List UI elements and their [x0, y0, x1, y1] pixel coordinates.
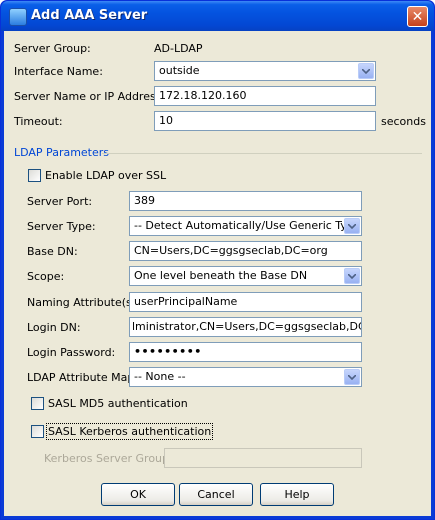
attribute-map-select[interactable]: -- None --	[129, 367, 362, 387]
server-name-label: Server Name or IP Address:	[14, 90, 166, 103]
server-name-input[interactable]: 172.18.120.160	[154, 86, 376, 106]
scope-value: One level beneath the Base DN	[134, 269, 308, 282]
login-password-input[interactable]: •••••••••	[129, 342, 362, 362]
interface-name-value: outside	[159, 64, 200, 77]
sasl-kerberos-label: SASL Kerberos authentication	[45, 423, 214, 440]
ok-button[interactable]: OK	[101, 483, 175, 506]
server-port-input[interactable]: 389	[129, 191, 362, 211]
sasl-md5-checkbox[interactable]	[31, 397, 44, 410]
chevron-down-icon[interactable]	[344, 369, 360, 385]
attribute-map-label: LDAP Attribute Map:	[27, 371, 139, 384]
scope-select[interactable]: One level beneath the Base DN	[129, 266, 362, 286]
cancel-button[interactable]: Cancel	[179, 483, 253, 506]
timeout-label: Timeout:	[14, 115, 63, 128]
server-group-value: AD-LDAP	[154, 42, 203, 55]
scope-label: Scope:	[27, 270, 65, 283]
timeout-unit: seconds	[381, 115, 426, 128]
dialog-window: Add AAA Server ✕ Server Group: AD-LDAP I…	[0, 0, 435, 520]
enable-ssl-label: Enable LDAP over SSL	[45, 169, 167, 182]
login-dn-label: Login DN:	[27, 321, 81, 334]
help-button[interactable]: Help	[260, 483, 334, 506]
enable-ssl-checkbox[interactable]	[28, 169, 41, 182]
interface-name-label: Interface Name:	[14, 65, 103, 78]
server-group-label: Server Group:	[14, 42, 91, 55]
naming-attribute-input[interactable]: userPrincipalName	[129, 292, 362, 312]
chevron-down-icon[interactable]	[344, 268, 360, 284]
timeout-input[interactable]: 10	[154, 111, 376, 131]
close-button[interactable]: ✕	[407, 6, 428, 27]
sasl-kerberos-checkbox[interactable]	[31, 425, 44, 438]
interface-name-select[interactable]: outside	[154, 61, 376, 81]
chevron-down-icon[interactable]	[344, 218, 360, 234]
kerberos-group-label: Kerberos Server Group:	[44, 452, 173, 465]
app-icon	[9, 8, 27, 26]
sasl-md5-label: SASL MD5 authentication	[48, 397, 188, 410]
attribute-map-value: -- None --	[134, 370, 186, 383]
login-password-label: Login Password:	[27, 346, 116, 359]
close-icon: ✕	[411, 9, 424, 25]
window-title: Add AAA Server	[31, 8, 148, 23]
dialog-body: Server Group: AD-LDAP Interface Name: ou…	[4, 31, 431, 516]
server-type-label: Server Type:	[27, 220, 96, 233]
base-dn-label: Base DN:	[27, 245, 78, 258]
server-type-select[interactable]: -- Detect Automatically/Use Generic Type…	[129, 216, 362, 236]
base-dn-input[interactable]: CN=Users,DC=ggsgseclab,DC=org	[129, 241, 362, 261]
kerberos-group-input[interactable]	[164, 448, 362, 468]
naming-attribute-label: Naming Attribute(s):	[27, 296, 140, 309]
server-port-label: Server Port:	[27, 195, 93, 208]
title-bar[interactable]: Add AAA Server ✕	[1, 1, 434, 31]
ldap-section-title: LDAP Parameters	[14, 146, 110, 159]
login-dn-input[interactable]: lministrator,CN=Users,DC=ggsgseclab,DC=o…	[129, 317, 362, 337]
section-divider	[102, 153, 422, 154]
server-type-value: -- Detect Automatically/Use Generic Type…	[134, 219, 362, 232]
chevron-down-icon[interactable]	[358, 63, 374, 79]
